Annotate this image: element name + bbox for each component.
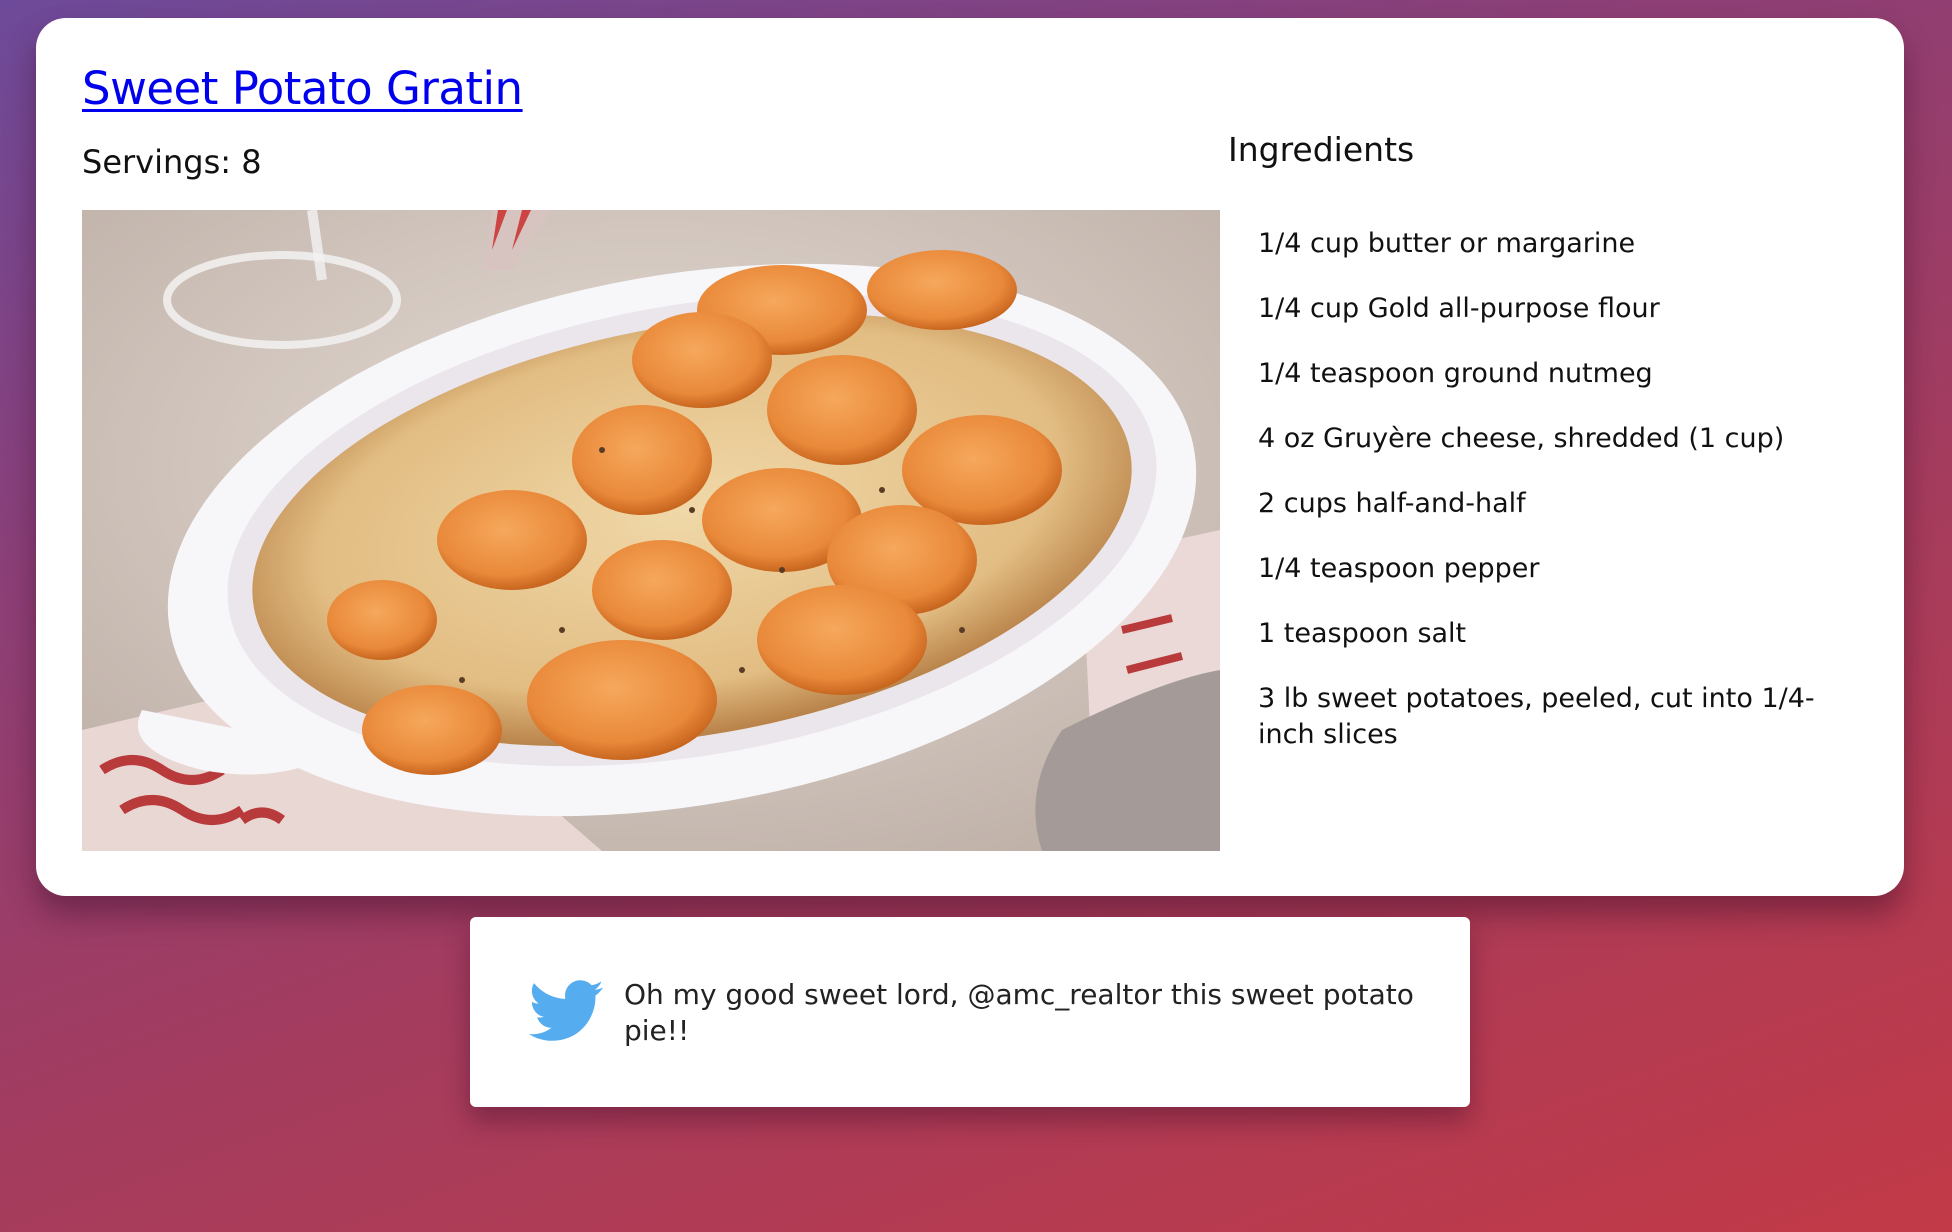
ingredient-item: 1/4 cup butter or margarine: [1258, 228, 1636, 259]
recipe-photo: [82, 210, 1220, 851]
ingredients-list: 1/4 cup butter or margarine 1/4 cup Gold…: [1258, 226, 1858, 782]
ingredient-item: 4 oz Gruyère cheese, shredded (1 cup): [1258, 423, 1785, 454]
recipe-title-link[interactable]: Sweet Potato Gratin: [82, 62, 523, 115]
ingredient-item: 1/4 cup Gold all-purpose flour: [1258, 293, 1660, 324]
servings-count: Servings: 8: [82, 143, 262, 181]
ingredient-item: 1 teaspoon salt: [1258, 618, 1467, 649]
tweet-card: Oh my good sweet lord, @amc_realtor this…: [470, 917, 1470, 1107]
gratin-illustration: [82, 210, 1220, 851]
ingredient-item: 3 lb sweet potatoes, peeled, cut into 1/…: [1258, 683, 1815, 750]
tweet-text: Oh my good sweet lord, @amc_realtor this…: [624, 978, 1414, 1047]
ingredient-item: 2 cups half-and-half: [1258, 488, 1526, 519]
recipe-card: Sweet Potato Gratin Servings: 8 Ingredie…: [36, 18, 1904, 896]
ingredients-heading: Ingredients: [1228, 130, 1415, 169]
ingredient-item: 1/4 teaspoon pepper: [1258, 553, 1540, 584]
twitter-bird-icon: [528, 980, 604, 1041]
ingredient-item: 1/4 teaspoon ground nutmeg: [1258, 358, 1653, 389]
